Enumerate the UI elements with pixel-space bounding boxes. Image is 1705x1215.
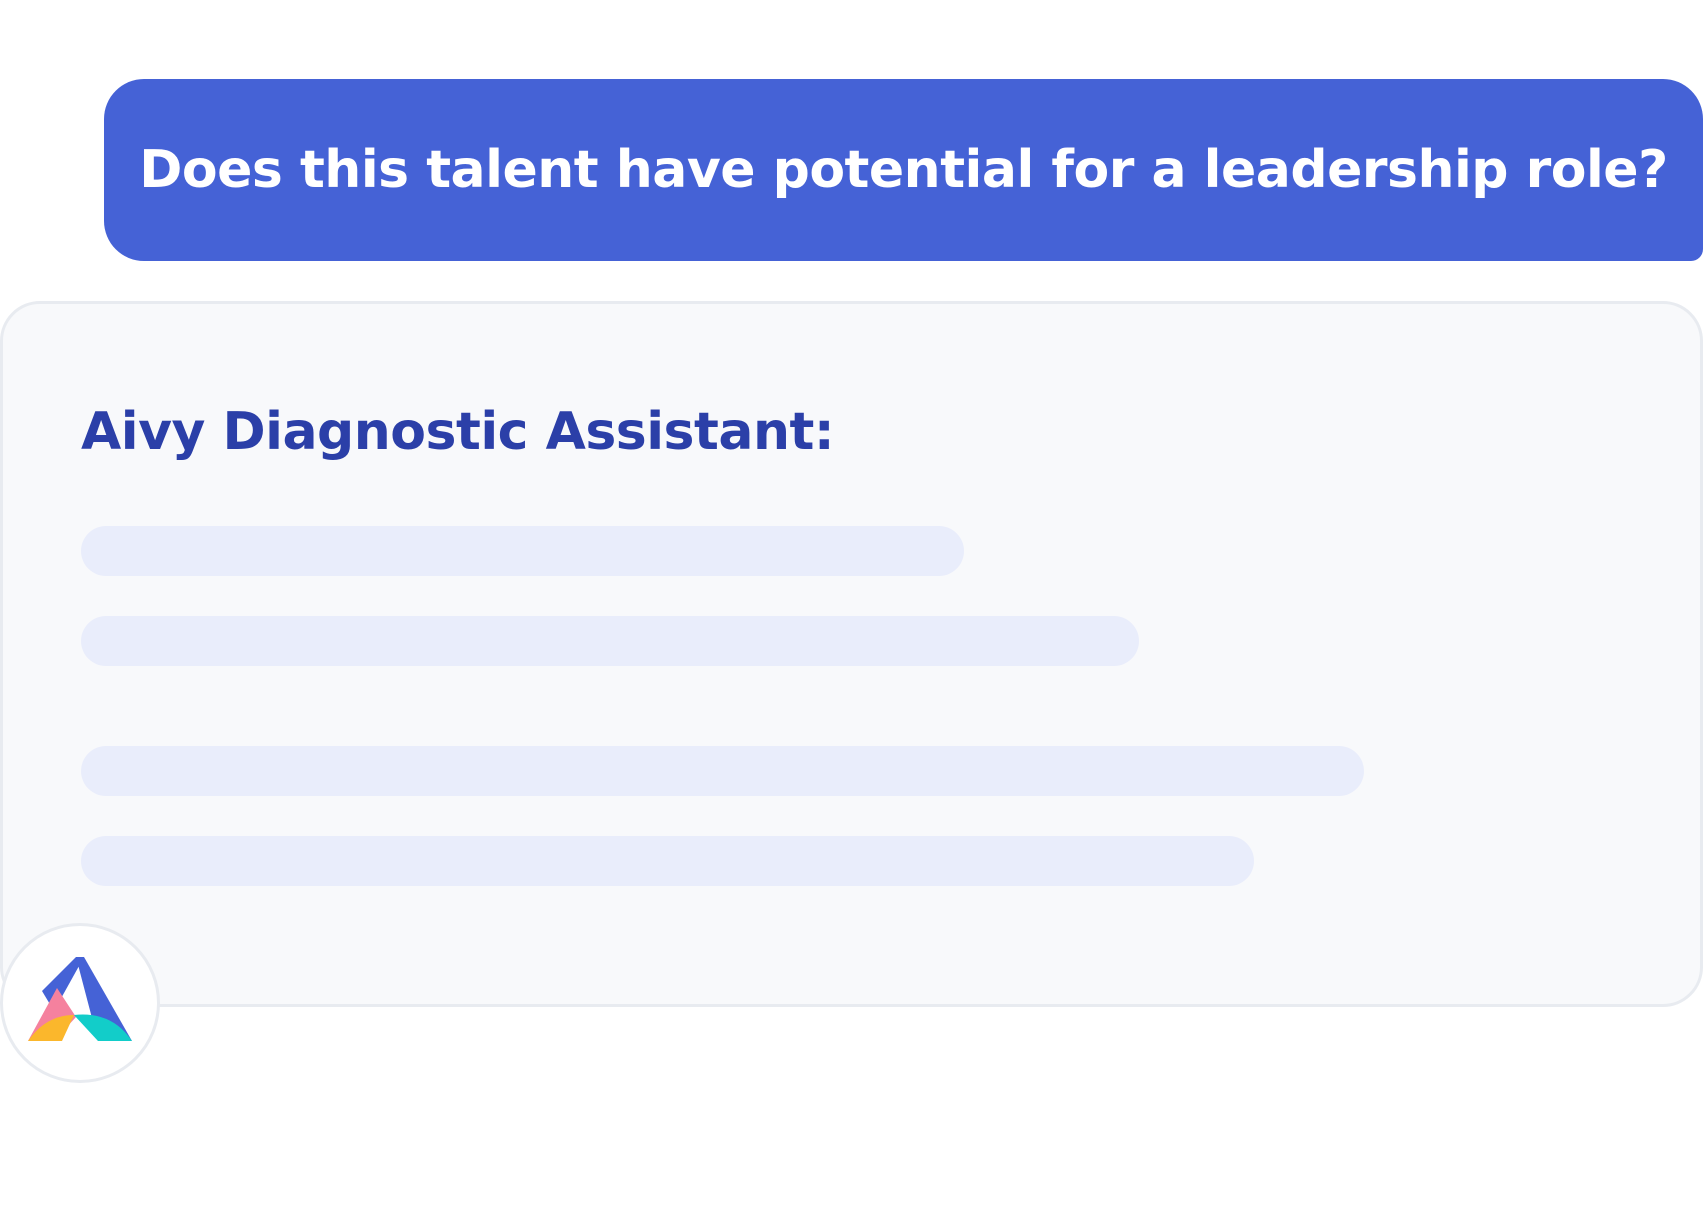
user-question-text: Does this talent have potential for a le… [139,140,1668,200]
aivy-logo-icon [26,955,134,1051]
skeleton-line [81,746,1364,796]
assistant-title: Aivy Diagnostic Assistant: [81,402,835,462]
assistant-avatar [0,923,160,1083]
assistant-answer-card: Aivy Diagnostic Assistant: [0,301,1703,1007]
skeleton-line [81,836,1254,886]
skeleton-line [81,526,964,576]
skeleton-line [81,616,1139,666]
user-question-bubble: Does this talent have potential for a le… [104,79,1703,261]
